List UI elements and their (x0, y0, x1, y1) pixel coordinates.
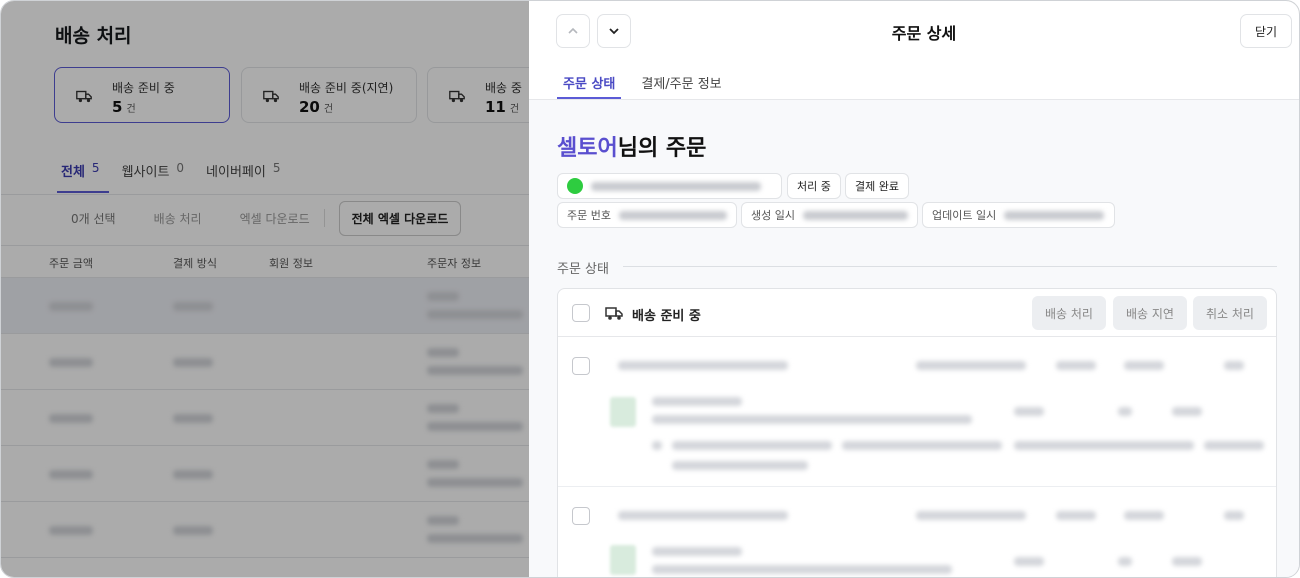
order-detail-drawer: 주문 상세 닫기 주문 상태 결제/주문 정보 셀토어님의 주문 처리 중 결제… (529, 1, 1299, 577)
panel-title: 배송 준비 중 (632, 309, 701, 324)
item-checkbox[interactable] (572, 507, 590, 525)
customer-name: 셀토어 (557, 136, 618, 161)
item-checkbox[interactable] (572, 357, 590, 375)
payment-status-badge: 결제 완료 (845, 173, 909, 199)
status-badge: 처리 중 (787, 173, 841, 199)
tab-payment-info[interactable]: 결제/주문 정보 (635, 63, 727, 99)
channel-logo-icon (567, 178, 583, 194)
list-item[interactable] (558, 337, 1276, 487)
drawer-tabs: 주문 상태 결제/주문 정보 (557, 63, 728, 99)
drawer-title: 주문 상세 (891, 24, 957, 43)
close-button[interactable]: 닫기 (1240, 14, 1292, 48)
tab-order-status[interactable]: 주문 상태 (557, 63, 622, 99)
channel-chip (557, 173, 782, 199)
updated-at-chip: 업데이트 일시 (922, 202, 1115, 228)
select-all-checkbox[interactable] (572, 304, 590, 322)
created-at-chip: 생성 일시 (741, 202, 918, 228)
panel-header: 배송 준비 중 배송 처리 배송 지연 취소 처리 (558, 289, 1276, 337)
drawer-body: 셀토어님의 주문 처리 중 결제 완료 주문 번호 생성 일시 업데이트 일시 … (529, 100, 1299, 577)
divider (623, 266, 1277, 267)
truck-icon (605, 307, 623, 320)
cancel-button[interactable]: 취소 처리 (1193, 296, 1267, 330)
order-number-chip: 주문 번호 (557, 202, 737, 228)
status-panel: 배송 준비 중 배송 처리 배송 지연 취소 처리 (557, 288, 1277, 577)
app-frame: 배송 처리 배송 준비 중 5건 배송 준비 중(지연) 20 건 배송 중 11… (0, 0, 1300, 578)
order-title: 셀토어님의 주문 (557, 136, 707, 161)
section-label: 주문 상태 (557, 262, 609, 277)
list-item[interactable] (558, 487, 1276, 577)
ship-button[interactable]: 배송 처리 (1032, 296, 1106, 330)
delay-button[interactable]: 배송 지연 (1113, 296, 1187, 330)
